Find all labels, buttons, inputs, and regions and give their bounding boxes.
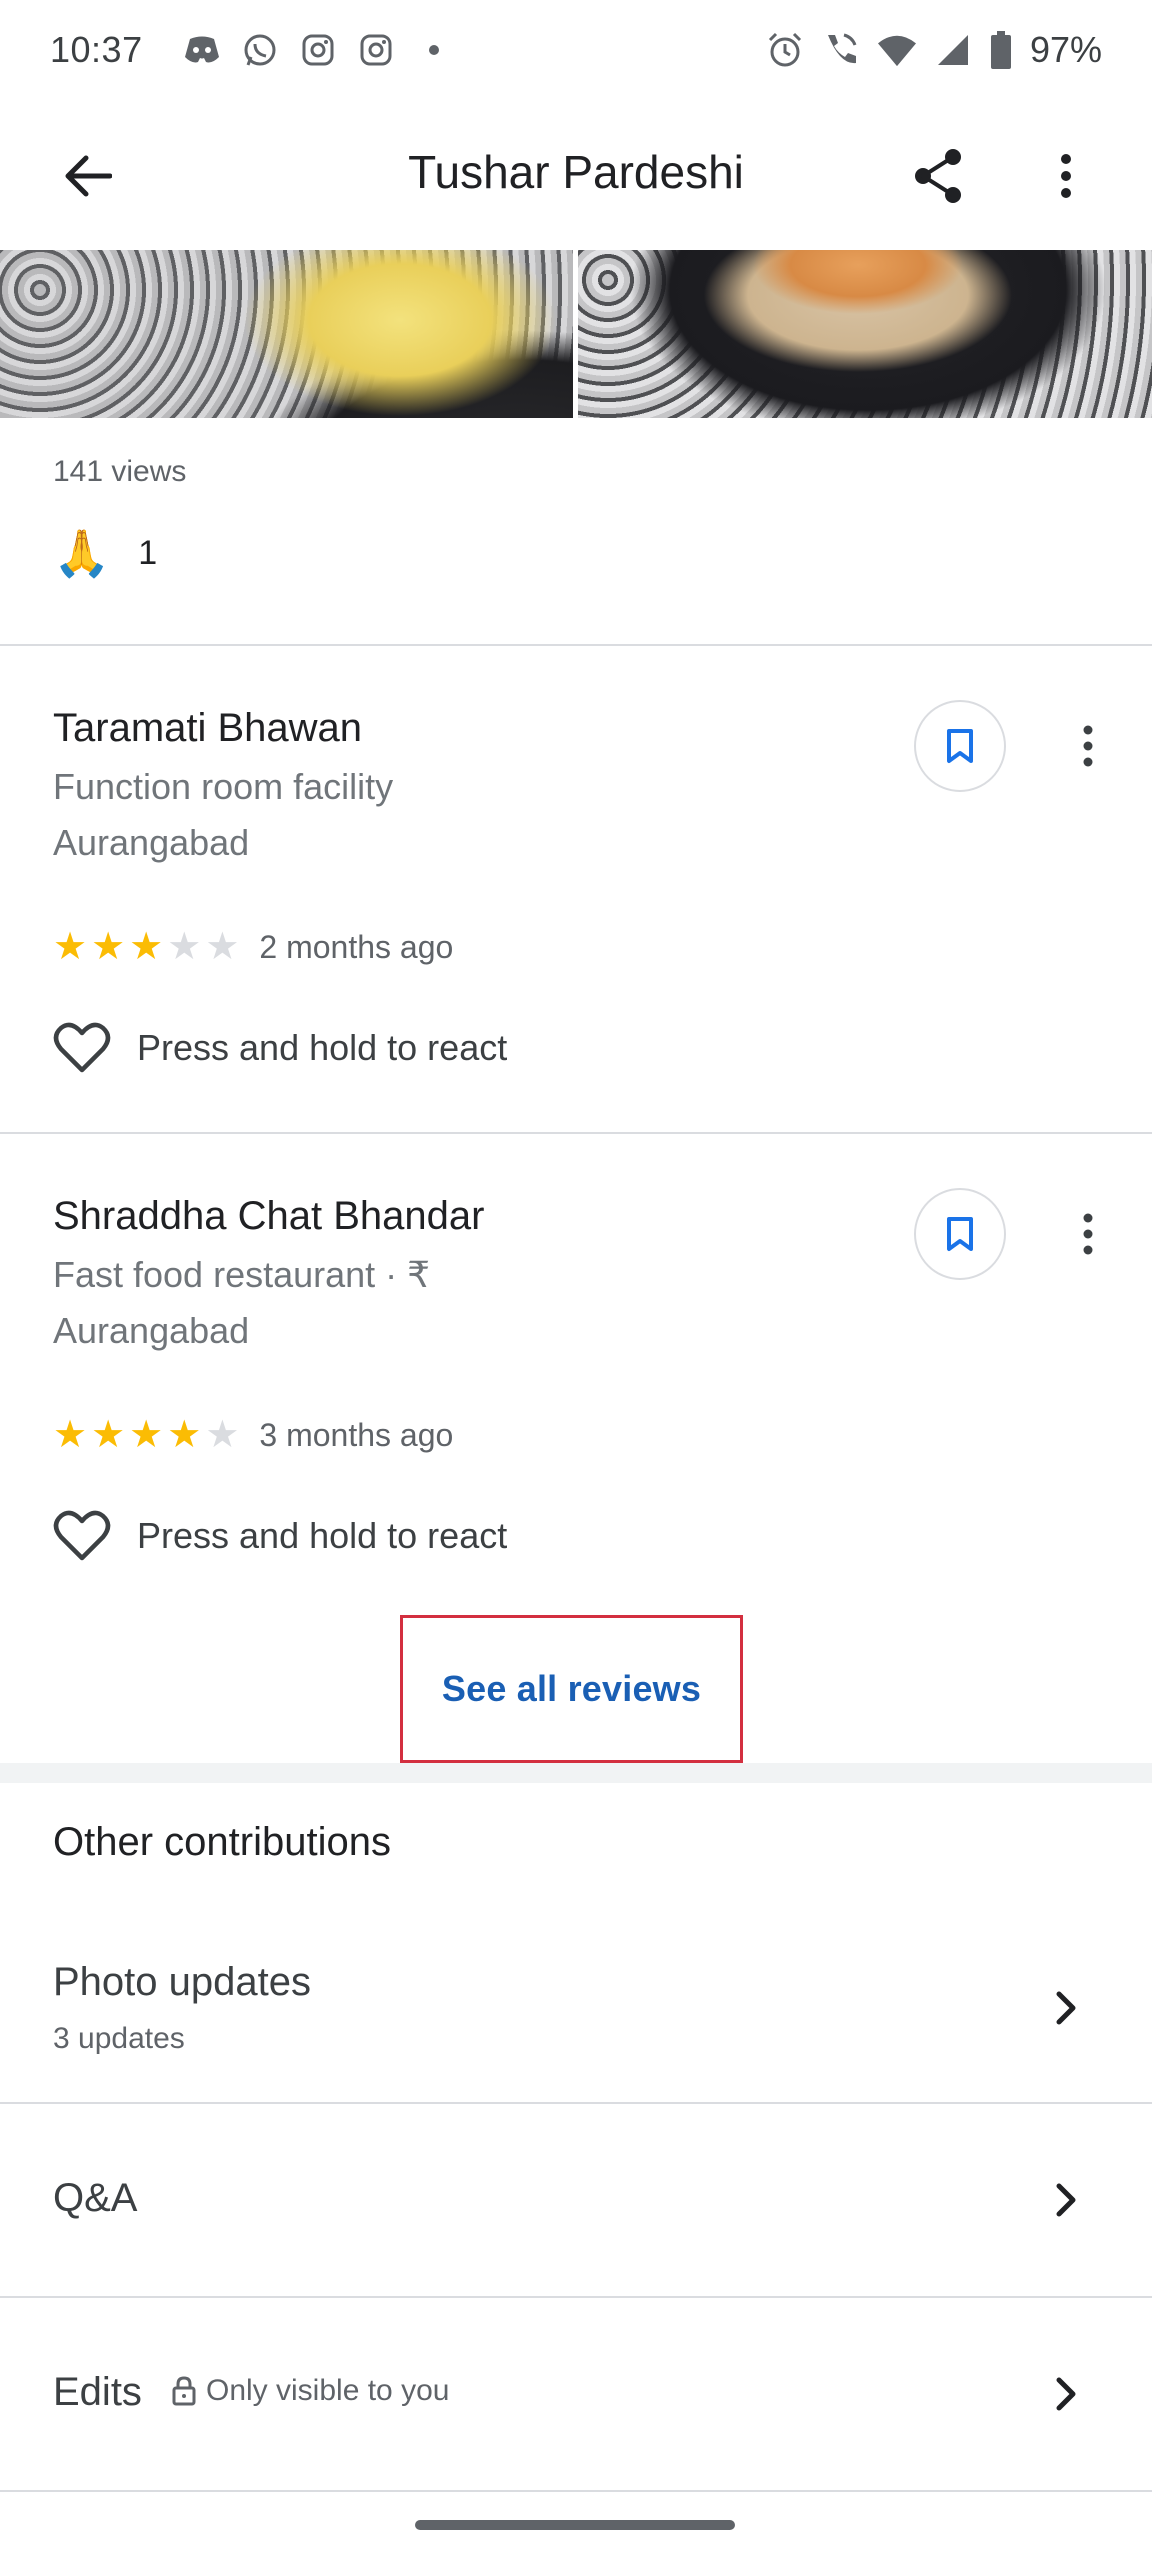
share-button[interactable] [900,138,976,214]
chevron-right-icon [1046,2370,1086,2418]
rating-row: ★ ★ ★ ★ ★ 2 months ago [53,928,453,966]
photo-updates-count: 3 updates [53,2022,185,2055]
other-contributions-heading: Other contributions [53,1820,391,1864]
more-vert-icon [1083,725,1093,767]
section-separator [0,1763,1152,1783]
place-location: Aurangabad [53,1310,250,1351]
wifi-icon [877,31,916,69]
overflow-menu-button[interactable] [1030,138,1102,214]
discord-icon [183,31,221,69]
qa-row[interactable]: Q&A [0,2104,1152,2296]
star-rating: ★ ★ ★ ★ ★ [53,928,239,966]
gesture-navigation-bar[interactable] [415,2520,735,2530]
photo-updates-row[interactable]: Photo updates 3 updates [0,1940,1152,2102]
review-photos [0,250,1152,418]
place-location: Aurangabad [53,822,250,863]
save-place-button[interactable] [914,1188,1006,1280]
battery-icon [990,31,1012,69]
notification-icons [183,31,453,69]
review-overflow-button[interactable] [1070,714,1106,778]
review-photo-1[interactable] [0,250,573,418]
edits-title: Edits [53,2370,142,2414]
edits-visibility-text: Only visible to you [206,2374,450,2407]
react-label: Press and hold to react [137,1515,508,1556]
star-empty-icon: ★ [205,1414,240,1456]
status-time: 10:37 [50,29,143,70]
place-category: Fast food restaurant · ₹ [53,1254,431,1295]
place-category: Function room facility [53,766,394,807]
star-empty-icon: ★ [167,926,202,968]
divider [0,1132,1152,1134]
review-time: 3 months ago [259,1416,454,1453]
divider [0,644,1152,646]
wifi-call-icon [822,31,860,69]
star-filled-icon: ★ [53,1414,88,1456]
star-rating: ★ ★ ★ ★ ★ [53,1416,239,1454]
reaction-summary[interactable]: 🙏 1 [53,530,157,576]
star-filled-icon: ★ [167,1414,202,1456]
page-title: Tushar Pardeshi [408,146,744,198]
review-photo-2[interactable] [578,250,1152,418]
star-filled-icon: ★ [91,1414,126,1456]
react-button[interactable]: Press and hold to react [53,1510,507,1562]
react-label: Press and hold to react [137,1027,508,1068]
instagram-icon [299,31,337,69]
more-notifications-dot-icon [415,31,453,69]
signal-icon [934,31,972,69]
system-status: 97% [766,29,1102,71]
place-name[interactable]: Taramati Bhawan [53,706,362,751]
bookmark-icon [947,729,973,763]
share-icon [915,149,961,203]
star-filled-icon: ★ [53,926,88,968]
battery-level: 97% [1029,29,1102,70]
lock-icon [172,2376,196,2406]
divider [0,2490,1152,2492]
review-overflow-button[interactable] [1070,1202,1106,1266]
rating-row: ★ ★ ★ ★ ★ 3 months ago [53,1416,453,1454]
review-time: 2 months ago [259,928,454,965]
see-all-reviews-button[interactable]: See all reviews [442,1668,701,1710]
view-count: 141 views [53,455,187,488]
photo-updates-title: Photo updates [53,1960,311,2004]
edits-visibility-note: Only visible to you [172,2374,449,2408]
place-name[interactable]: Shraddha Chat Bhandar [53,1194,484,1239]
chevron-right-icon [1046,1984,1086,2032]
star-empty-icon: ★ [205,926,240,968]
heart-outline-icon [53,1510,111,1561]
more-vert-icon [1061,154,1071,198]
whatsapp-icon [241,31,279,69]
see-all-reviews-highlight: See all reviews [400,1615,743,1763]
bookmark-icon [947,1217,973,1251]
edits-row[interactable]: Edits Only visible to you [0,2298,1152,2490]
folded-hands-emoji: 🙏 [53,527,111,579]
chevron-right-icon [1046,2176,1086,2224]
instagram-icon [357,31,395,69]
reaction-count: 1 [138,533,158,572]
more-vert-icon [1083,1213,1093,1255]
save-place-button[interactable] [914,700,1006,792]
alarm-icon [766,31,804,69]
star-filled-icon: ★ [129,1414,164,1456]
star-filled-icon: ★ [129,926,164,968]
qa-title: Q&A [53,2176,138,2220]
react-button[interactable]: Press and hold to react [53,1022,507,1074]
app-bar: Tushar Pardeshi [0,100,1152,250]
status-bar: 10:37 97% [0,0,1152,100]
heart-outline-icon [53,1022,111,1073]
star-filled-icon: ★ [91,926,126,968]
